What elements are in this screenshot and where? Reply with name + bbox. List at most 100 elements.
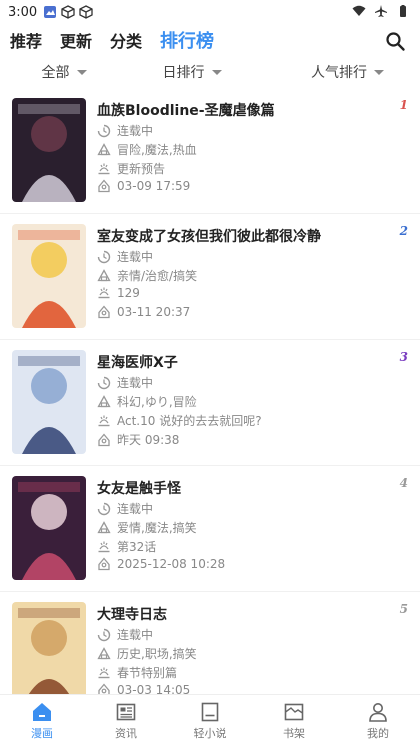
top-tab-bar: 推荐 更新 分类 排行榜 bbox=[0, 24, 420, 56]
comic-latest: Act.10 说好的去去就回呢? bbox=[117, 414, 262, 428]
update-time-icon bbox=[98, 683, 110, 694]
comic-tags-row: 科幻,ゆり,冒险 bbox=[97, 393, 197, 410]
filter-scope-dropdown[interactable]: 全部 bbox=[0, 62, 128, 82]
comic-status: 连载中 bbox=[117, 502, 154, 516]
comic-date-row: 03-11 20:37 bbox=[97, 305, 190, 319]
comic-status: 连载中 bbox=[117, 376, 154, 390]
rank-badge: 2 bbox=[399, 224, 408, 238]
comic-tags: 冒险,魔法,热血 bbox=[117, 143, 197, 157]
latest-chapter-icon bbox=[98, 667, 110, 678]
bottom-nav: 漫画 资讯 轻小说 书架 我的 bbox=[0, 694, 420, 747]
status-bar: 3:00 bbox=[0, 0, 420, 24]
filter-bar: 全部 日排行 人气排行 bbox=[0, 58, 420, 86]
list-item[interactable]: 血族Bloodline-圣魔虐像篇 1 连载中 冒险,魔法,热血 更新预告 03-09 1… bbox=[0, 88, 420, 214]
nav-comics-label: 漫画 bbox=[31, 727, 53, 740]
comic-date: 昨天 09:38 bbox=[117, 433, 180, 447]
nav-profile[interactable]: 我的 bbox=[336, 695, 420, 747]
tab-categories[interactable]: 分类 bbox=[110, 28, 142, 52]
update-time-icon bbox=[98, 557, 110, 571]
status-time: 3:00 bbox=[8, 4, 38, 20]
caret-down-icon bbox=[211, 69, 222, 75]
comic-date-row: 03-03 14:05 bbox=[97, 683, 190, 694]
comic-status-row: 连载中 bbox=[97, 374, 153, 391]
search-icon[interactable] bbox=[384, 30, 406, 52]
tab-updates[interactable]: 更新 bbox=[60, 28, 92, 52]
status-clock-icon bbox=[97, 250, 111, 263]
list-item[interactable]: 星海医师X子 3 连载中 科幻,ゆり,冒险 Act.10 说好的去去就回呢? 昨天 09:… bbox=[0, 340, 420, 466]
nav-comics[interactable]: 漫画 bbox=[0, 695, 84, 747]
status-clock-icon bbox=[97, 124, 111, 137]
airplane-icon bbox=[375, 5, 387, 17]
tab-recommend[interactable]: 推荐 bbox=[10, 28, 42, 52]
comic-latest: 129 bbox=[117, 286, 140, 300]
user-icon bbox=[369, 703, 387, 722]
comic-status: 连载中 bbox=[117, 250, 154, 264]
latest-chapter-icon bbox=[98, 541, 110, 552]
comic-cover[interactable] bbox=[12, 98, 86, 202]
caret-down-icon bbox=[76, 69, 87, 75]
tag-icon bbox=[97, 268, 111, 281]
list-item[interactable]: 大理寺日志 5 连载中历史,职场,搞笑 春节特别篇 03-03 14:05 bbox=[0, 592, 420, 694]
comic-tags-row: 亲情/治愈/搞笑 bbox=[97, 267, 197, 284]
status-clock-icon bbox=[97, 502, 111, 515]
status-clock-icon bbox=[97, 376, 111, 389]
rank-badge: 5 bbox=[399, 602, 408, 616]
gallery-icon bbox=[44, 6, 57, 18]
nav-profile-label: 我的 bbox=[367, 727, 389, 740]
comic-date-row: 03-09 17:59 bbox=[97, 179, 190, 193]
ranking-list: 血族Bloodline-圣魔虐像篇 1 连载中 冒险,魔法,热血 更新预告 03-09 1… bbox=[0, 88, 420, 694]
comic-status: 连载中 bbox=[117, 628, 154, 642]
comic-cover[interactable] bbox=[12, 350, 86, 454]
comic-latest-row: 更新预告 bbox=[97, 160, 165, 177]
comic-latest-row: Act.10 说好的去去就回呢? bbox=[97, 412, 262, 429]
tab-ranking[interactable]: 排行榜 bbox=[160, 27, 214, 53]
filter-scope-label: 全部 bbox=[41, 65, 70, 81]
comic-tags-row: 冒险,魔法,热血 bbox=[97, 141, 197, 158]
comic-latest: 春节特别篇 bbox=[117, 666, 178, 680]
list-item[interactable]: 室友变成了女孩但我们彼此都很冷静 2 连载中 亲情/治愈/搞笑 129 03-11 20:… bbox=[0, 214, 420, 340]
battery-icon bbox=[400, 5, 406, 17]
comic-title: 血族Bloodline-圣魔虐像篇 bbox=[97, 103, 275, 119]
comic-cover[interactable] bbox=[12, 224, 86, 328]
comic-tags: 历史,职场,搞笑 bbox=[117, 647, 197, 661]
comic-tags: 亲情/治愈/搞笑 bbox=[117, 269, 198, 283]
nav-news[interactable]: 资讯 bbox=[84, 695, 168, 747]
comic-title: 大理寺日志 bbox=[97, 607, 167, 623]
list-item[interactable]: 女友是触手怪 4 连载中 爱情,魔法,搞笑 第32话 2025-12-08 10:28 bbox=[0, 466, 420, 592]
comic-cover[interactable] bbox=[12, 602, 86, 694]
comic-tags: 科幻,ゆり,冒险 bbox=[117, 395, 197, 409]
nav-bookshelf[interactable]: 书架 bbox=[252, 695, 336, 747]
comic-latest-row: 春节特别篇 bbox=[97, 664, 177, 681]
cube-outline-icon bbox=[79, 5, 93, 19]
latest-chapter-icon bbox=[98, 287, 110, 299]
comic-date: 2025-12-08 10:28 bbox=[117, 557, 226, 571]
tag-icon bbox=[97, 520, 111, 533]
comic-cover[interactable] bbox=[12, 476, 86, 580]
cube-icon bbox=[61, 5, 75, 19]
comic-status-row: 连载中 bbox=[97, 122, 153, 139]
caret-down-icon bbox=[374, 69, 384, 75]
comic-date: 03-09 17:59 bbox=[117, 179, 191, 193]
update-time-icon bbox=[98, 179, 110, 193]
comic-latest: 第32话 bbox=[117, 540, 157, 554]
home-icon bbox=[33, 703, 51, 721]
comic-tags: 爱情,魔法,搞笑 bbox=[117, 521, 197, 535]
nav-novels[interactable]: 轻小说 bbox=[168, 695, 252, 747]
latest-chapter-icon bbox=[98, 163, 110, 174]
update-time-icon bbox=[98, 432, 110, 446]
comic-title: 女友是触手怪 bbox=[97, 481, 181, 497]
comic-tags-row: 历史,职场,搞笑 bbox=[97, 645, 197, 662]
comic-latest-row: 129 bbox=[97, 286, 140, 300]
comic-date: 03-11 20:37 bbox=[117, 305, 191, 319]
nav-novels-label: 轻小说 bbox=[193, 727, 227, 740]
update-time-icon bbox=[98, 305, 110, 319]
nav-bookshelf-label: 书架 bbox=[283, 727, 305, 740]
news-icon bbox=[116, 703, 136, 721]
comic-status-row: 连载中 bbox=[97, 626, 153, 643]
comic-status-row: 连载中 bbox=[97, 248, 153, 265]
filter-period-dropdown[interactable]: 日排行 bbox=[128, 62, 256, 82]
book-icon bbox=[201, 702, 219, 722]
shelf-icon bbox=[284, 703, 304, 721]
filter-sort-dropdown[interactable]: 人气排行 bbox=[256, 62, 420, 82]
comic-latest-row: 第32话 bbox=[97, 538, 156, 555]
